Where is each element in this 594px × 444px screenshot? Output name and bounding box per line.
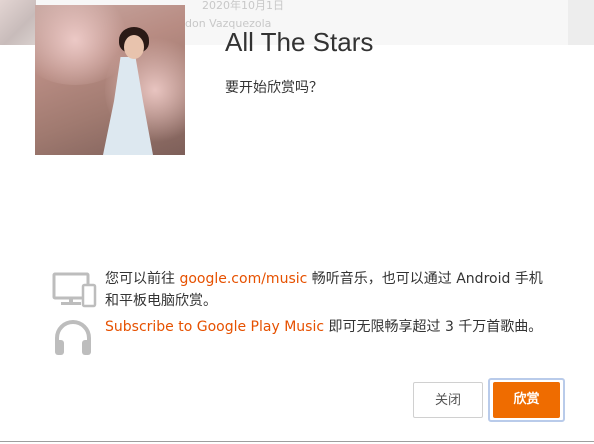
page: 2020年10月1日 don Vazquezola All The Stars …: [0, 0, 594, 444]
dialog-prompt: 要开始欣赏吗？: [225, 80, 323, 96]
headphones-icon: [52, 316, 98, 356]
info-web-text: 您可以前往 google.com/music 畅听音乐，也可以通过 Androi…: [105, 271, 543, 309]
listen-button[interactable]: 欣赏: [493, 382, 560, 418]
dialog-bottom-border: [0, 441, 594, 442]
close-button[interactable]: 关闭: [413, 382, 483, 418]
album-title: All The Stars: [225, 27, 374, 57]
album-art: [35, 5, 185, 155]
info-subscribe-text: Subscribe to Google Play Music 即可无限畅享超过 …: [105, 319, 543, 335]
subscribe-link[interactable]: Subscribe to Google Play Music: [105, 319, 324, 335]
devices-icon: [52, 268, 98, 308]
background-date: 2020年10月1日: [202, 0, 284, 12]
google-music-link[interactable]: google.com/music: [179, 271, 307, 287]
background-thumbnail: [0, 0, 36, 45]
